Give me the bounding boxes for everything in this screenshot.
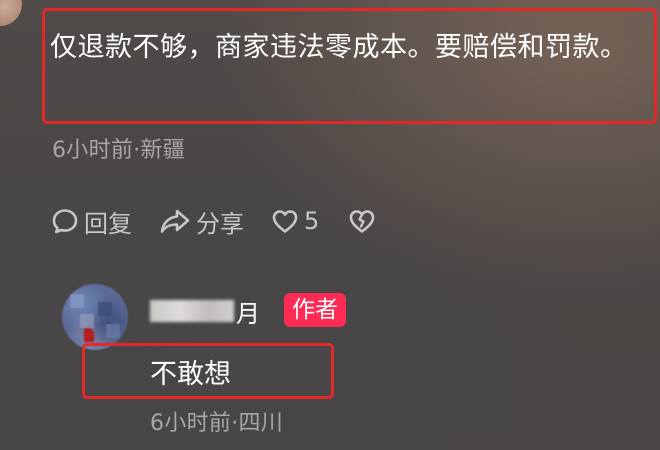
share-button[interactable]: 分享	[158, 204, 244, 239]
reply-author-avatar[interactable]	[62, 284, 128, 350]
dislike-button[interactable]	[347, 206, 377, 236]
broken-heart-icon	[347, 206, 377, 236]
reply-author-name-blurred	[150, 300, 234, 322]
previous-user-avatar[interactable]	[0, 0, 22, 26]
author-badge: 作者	[284, 293, 346, 327]
comment-bubble-icon	[50, 206, 80, 236]
share-label: 分享	[196, 209, 244, 238]
heart-icon	[270, 206, 300, 236]
share-arrow-icon	[158, 206, 192, 236]
comment-action-bar: 回复 分享 5	[50, 203, 377, 239]
like-button[interactable]: 5	[270, 206, 319, 236]
reply-author-name[interactable]: 月	[236, 294, 260, 329]
comment-highlight-box	[42, 8, 657, 124]
reply-label: 回复	[84, 209, 132, 238]
reply-button[interactable]: 回复	[50, 204, 132, 239]
reply-highlight-box	[82, 343, 334, 399]
comment-meta: 6小时前·新疆	[52, 138, 186, 163]
reply-meta: 6小时前·四川	[150, 411, 284, 436]
avatar-badge-mark	[84, 328, 94, 342]
like-count: 5	[304, 207, 320, 235]
